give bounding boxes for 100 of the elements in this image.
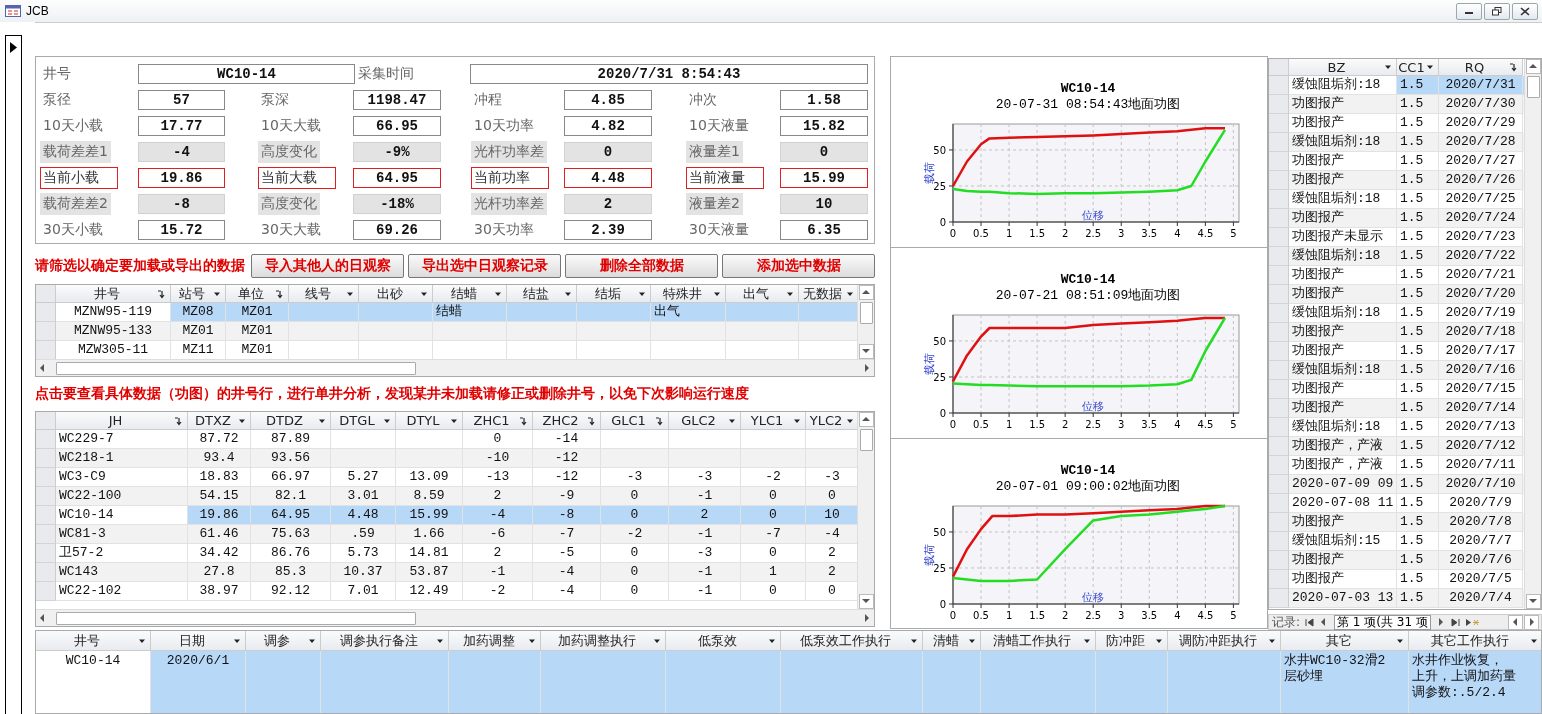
column-header[interactable]: 井号	[36, 631, 151, 651]
restore-button[interactable]	[1484, 2, 1510, 20]
table-row[interactable]: 功图报产 1.5 2020/7/21	[1269, 266, 1524, 285]
table-row[interactable]: 功图报产 1.5 2020/7/26	[1269, 171, 1524, 190]
table-row[interactable]: 功图报产 1.5 2020/7/29	[1269, 114, 1524, 133]
column-header[interactable]: 井号	[56, 285, 171, 303]
column-header[interactable]: 调参	[246, 631, 321, 651]
table-row[interactable]: 缓蚀阻垢剂:15 1.5 2020/7/7	[1269, 532, 1524, 551]
table-row[interactable]: 功图报产 1.5 2020/7/27	[1269, 152, 1524, 171]
table-row[interactable]: 功图报产 1.5 2020/7/6	[1269, 551, 1524, 570]
column-header[interactable]: DTYL	[396, 412, 463, 430]
column-header[interactable]: 日期	[151, 631, 246, 651]
field-value[interactable]: -9%	[353, 142, 441, 162]
column-header[interactable]: DTGL	[331, 412, 396, 430]
scroll-thumb[interactable]	[859, 302, 873, 324]
table-row[interactable]: WC22-100 54.15 82.1 3.01 8.59 2 -9 0 -1 0 0	[36, 487, 857, 506]
column-header[interactable]: 出气	[726, 285, 799, 303]
column-header[interactable]: GLC2	[669, 412, 741, 430]
column-header[interactable]: 其它	[1281, 631, 1409, 651]
field-value[interactable]: -4	[138, 142, 225, 162]
column-header[interactable]: 结垢	[577, 285, 651, 303]
column-header[interactable]: 单位	[226, 285, 289, 303]
filter-icon[interactable]	[275, 289, 284, 299]
filter-icon[interactable]	[157, 289, 166, 299]
column-header[interactable]: DTDZ	[251, 412, 331, 430]
table-row[interactable]: 功图报产 1.5 2020/7/8	[1269, 513, 1524, 532]
column-header[interactable]: 出砂	[359, 285, 433, 303]
table-row[interactable]: 缓蚀阻垢剂:18 1.5 2020/7/25	[1269, 190, 1524, 209]
action-button[interactable]: 添加选中数据	[722, 254, 875, 278]
column-header[interactable]: 调参执行备注	[321, 631, 449, 651]
table-row[interactable]: 功图报产 1.5 2020/7/15	[1269, 380, 1524, 399]
field-value[interactable]: 15.82	[780, 116, 868, 136]
field-value[interactable]: -8	[138, 194, 225, 214]
column-header[interactable]: 特殊井	[651, 285, 726, 303]
table-row[interactable]: 卫57-2 34.42 86.76 5.73 14.81 2 -5 0 -3 0 2	[36, 544, 857, 563]
column-header[interactable]: 低泵效工作执行	[781, 631, 923, 651]
vertical-scrollbar[interactable]	[857, 285, 874, 359]
action-button[interactable]: 删除全部数据	[565, 254, 718, 278]
column-header[interactable]: 结盐	[507, 285, 577, 303]
field-value[interactable]: 4.82	[564, 116, 652, 136]
scroll-right-icon[interactable]	[862, 613, 872, 623]
field-value[interactable]: 2020/7/31 8:54:43	[470, 64, 868, 84]
column-header[interactable]: GLC1	[601, 412, 669, 430]
table-row[interactable]: WC81-3 61.46 75.63 .59 1.66 -6 -7 -2 -1 -7 -4	[36, 525, 857, 544]
field-value[interactable]: 2.39	[564, 220, 652, 240]
table-row[interactable]: WC218-1 93.4 93.56 -10 -12	[36, 449, 857, 468]
filter-icon[interactable]	[655, 416, 664, 426]
horizontal-scrollbar[interactable]	[36, 609, 874, 626]
column-header[interactable]: 无数据	[799, 285, 857, 303]
field-value[interactable]: 19.86	[138, 168, 225, 188]
field-value[interactable]: 4.85	[564, 90, 652, 110]
table-row[interactable]: 功图报产 1.5 2020/7/17	[1269, 342, 1524, 361]
column-header[interactable]: 清蜡工作执行	[981, 631, 1096, 651]
table-row[interactable]: 功图报产未显示 1.5 2020/7/23	[1269, 228, 1524, 247]
selected-row[interactable]: 缓蚀阻垢剂:18 1.5 2020/7/31	[1269, 76, 1524, 95]
table-row[interactable]: 功图报产，产液 1.5 2020/7/12	[1269, 437, 1524, 456]
action-button[interactable]: 导出选中日观察记录	[408, 254, 561, 278]
table-row[interactable]: 缓蚀阻垢剂:18 1.5 2020/7/28	[1269, 133, 1524, 152]
table-row[interactable]: 缓蚀阻垢剂:18 1.5 2020/7/16	[1269, 361, 1524, 380]
table-row[interactable]: 功图报产 1.5 2020/7/5	[1269, 570, 1524, 589]
scroll-thumb[interactable]	[56, 361, 416, 375]
field-value[interactable]: 15.72	[138, 220, 225, 240]
column-header[interactable]: 其它工作执行	[1409, 631, 1541, 651]
column-header[interactable]: RQ	[1439, 59, 1523, 76]
field-value[interactable]: 0	[780, 142, 868, 162]
first-record-icon[interactable]	[1305, 617, 1315, 627]
new-record-icon[interactable]	[1464, 617, 1479, 627]
vertical-scrollbar[interactable]	[857, 412, 874, 609]
selected-row[interactable]: WC10-14 19.86 64.95 4.48 15.99 -4 -8 0 2 0 10	[36, 506, 857, 525]
column-header[interactable]: YLC2	[806, 412, 857, 430]
column-header[interactable]: 防冲距	[1096, 631, 1168, 651]
horizontal-scrollbar[interactable]	[36, 359, 874, 376]
column-header[interactable]: JH	[56, 412, 188, 430]
column-header[interactable]: ZHC2	[533, 412, 601, 430]
column-header[interactable]: 加药调整	[449, 631, 541, 651]
column-header[interactable]: CC1	[1397, 59, 1439, 76]
column-header[interactable]: 低泵效	[666, 631, 781, 651]
column-header[interactable]: 调防冲距执行	[1168, 631, 1281, 651]
field-value[interactable]: 2	[564, 194, 652, 214]
table-row[interactable]: WC229-7 87.72 87.89 0 -14	[36, 430, 857, 449]
close-button[interactable]	[1512, 2, 1538, 20]
column-header[interactable]: ZHC1	[463, 412, 533, 430]
field-value[interactable]: 64.95	[353, 168, 441, 188]
record-position-field[interactable]: 第 1 项(共 31 项	[1334, 614, 1431, 630]
table-row[interactable]: 功图报产 1.5 2020/7/24	[1269, 209, 1524, 228]
selected-row[interactable]: MZNW95-119 MZ08 MZ01 结蜡 出气	[36, 303, 857, 322]
table-row[interactable]: 2020-07-08 11 1.5 2020/7/9	[1269, 494, 1524, 513]
table-row[interactable]: 缓蚀阻垢剂:18 1.5 2020/7/13	[1269, 418, 1524, 437]
table-row[interactable]: WC3-C9 18.83 66.97 5.27 13.09 -13 -12 -3 -3 -2 -3	[36, 468, 857, 487]
field-value[interactable]: 1198.47	[353, 90, 441, 110]
last-record-icon[interactable]	[1450, 617, 1460, 627]
table-row[interactable]: WC22-102 38.97 92.12 7.01 12.49 -2 -4 0 -1 0 0	[36, 582, 857, 601]
field-value[interactable]: -18%	[353, 194, 441, 214]
table-row[interactable]: 缓蚀阻垢剂:18 1.5 2020/7/19	[1269, 304, 1524, 323]
field-value[interactable]: 17.77	[138, 116, 225, 136]
table-row[interactable]: 2020-07-03 13 1.5 2020/7/4	[1269, 589, 1524, 608]
table-row[interactable]: 缓蚀阻垢剂:18 1.5 2020/7/22	[1269, 247, 1524, 266]
field-value[interactable]: 69.26	[353, 220, 441, 240]
table-row[interactable]: 功图报产 1.5 2020/7/18	[1269, 323, 1524, 342]
column-header[interactable]: 线号	[289, 285, 359, 303]
